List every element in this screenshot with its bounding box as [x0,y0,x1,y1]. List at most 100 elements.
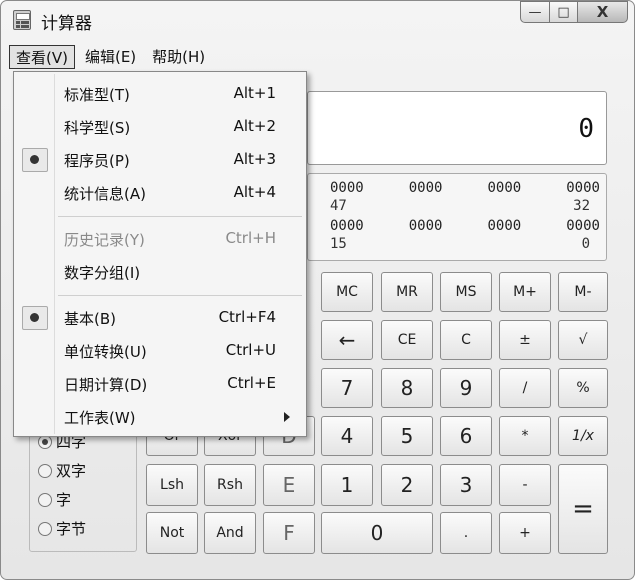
calculator-app-icon [13,10,31,30]
bit-group[interactable]: 0000 [488,218,522,234]
menu-item-label: 标准型(T) [64,86,130,104]
memory-recall-button[interactable]: MR [381,272,433,312]
radio-icon [38,463,52,478]
memory-store-button[interactable]: MS [440,272,492,312]
menu-item-label: 统计信息(A) [64,185,146,203]
and-button[interactable]: And [204,512,256,554]
menu-item-label: 历史记录(Y) [64,231,145,249]
menu-item-shortcut: Alt+1 [233,84,276,102]
view-menu-unit-conversion[interactable]: 单位转换(U) Ctrl+U [14,337,306,365]
radio-label: 字 [56,491,72,509]
bit-position-label: 15 [330,236,347,252]
add-button[interactable]: + [499,512,551,554]
close-icon: X [596,3,609,21]
percent-button[interactable]: % [558,368,608,408]
memory-clear-button[interactable]: MC [321,272,373,312]
menu-item-label: 数字分组(I) [64,264,141,282]
view-menu-worksheets[interactable]: 工作表(W) [14,403,306,431]
hex-f-button[interactable]: F [263,512,315,554]
menu-item-shortcut: Ctrl+H [225,229,276,247]
subtract-button[interactable]: - [499,464,551,506]
title-bar[interactable]: 计算器 — □ X [1,1,634,39]
word-size-dword[interactable]: 双字 [38,460,86,481]
bit-position-label: 0 [581,236,590,252]
bit-group[interactable]: 0000 [330,218,364,234]
menu-help[interactable]: 帮助(H) [146,45,211,69]
bit-position-label: 32 [573,198,590,214]
clear-entry-button[interactable]: CE [381,320,433,360]
digit-4-button[interactable]: 4 [321,416,373,456]
submenu-arrow-icon [284,412,290,422]
menu-item-label: 工作表(W) [64,409,136,427]
view-menu-dropdown: 标准型(T) Alt+1 科学型(S) Alt+2 程序员(P) Alt+3 统… [13,71,307,437]
bit-group[interactable]: 0000 [488,180,522,196]
memory-subtract-button[interactable]: M- [558,272,608,312]
menu-item-shortcut: Alt+3 [233,150,276,168]
not-button[interactable]: Not [146,512,198,554]
menu-item-label: 程序员(P) [64,152,130,170]
reciprocal-button[interactable]: 1/x [558,416,608,456]
view-menu-scientific[interactable]: 科学型(S) Alt+2 [14,113,306,141]
view-menu-programmer[interactable]: 程序员(P) Alt+3 [14,146,306,174]
window-title: 计算器 [41,14,92,34]
view-menu-digit-grouping[interactable]: 数字分组(I) [14,258,306,286]
menu-edit[interactable]: 编辑(E) [79,45,142,69]
memory-add-button[interactable]: M+ [499,272,551,312]
view-menu-standard[interactable]: 标准型(T) Alt+1 [14,80,306,108]
lsh-button[interactable]: Lsh [146,464,198,506]
minimize-button[interactable]: — [520,1,550,23]
digit-8-button[interactable]: 8 [381,368,433,408]
digit-9-button[interactable]: 9 [440,368,492,408]
bit-group[interactable]: 0000 [409,180,443,196]
digit-5-button[interactable]: 5 [381,416,433,456]
bit-position-label: 47 [330,198,347,214]
bit-group[interactable]: 0000 [409,218,443,234]
radio-label: 字节 [56,520,87,538]
digit-3-button[interactable]: 3 [440,464,492,506]
multiply-button[interactable]: * [499,416,551,456]
bit-group[interactable]: 0000 [566,218,600,234]
view-menu-statistics[interactable]: 统计信息(A) Alt+4 [14,179,306,207]
rsh-button[interactable]: Rsh [204,464,256,506]
decimal-button[interactable]: . [440,512,492,554]
equals-button[interactable]: = [558,464,608,554]
hex-e-button[interactable]: E [263,464,315,506]
divide-button[interactable]: / [499,368,551,408]
radio-bullet-icon [30,155,39,164]
menu-separator [58,295,302,296]
word-size-group: 四字 双字 字 字节 [29,426,137,552]
result-display: 0 [307,91,607,165]
maximize-button[interactable]: □ [550,1,578,23]
close-button[interactable]: X [578,1,628,23]
bit-group[interactable]: 0000 [566,180,600,196]
view-menu-date-calculation[interactable]: 日期计算(D) Ctrl+E [14,370,306,398]
digit-7-button[interactable]: 7 [321,368,373,408]
digit-1-button[interactable]: 1 [321,464,373,506]
menu-item-label: 科学型(S) [64,119,131,137]
bit-row-lower: 0000 0000 0000 0000 [330,218,600,234]
digit-6-button[interactable]: 6 [440,416,492,456]
word-size-byte[interactable]: 字节 [38,518,86,539]
radio-icon [38,492,52,507]
backspace-button[interactable]: ← [321,320,373,360]
menu-view[interactable]: 查看(V) [9,45,75,69]
sqrt-button[interactable]: √ [558,320,608,360]
menu-separator [58,216,302,217]
radio-icon [38,521,52,536]
bit-group[interactable]: 0000 [330,180,364,196]
word-size-word[interactable]: 字 [38,489,71,510]
digit-0-button[interactable]: 0 [321,512,433,554]
menu-item-label: 单位转换(U) [64,343,147,361]
display-value: 0 [578,114,594,144]
clear-button[interactable]: C [440,320,492,360]
bit-panel: 0000 0000 0000 0000 47 32 0000 0000 0000… [307,173,607,261]
menu-item-shortcut: Alt+4 [233,183,276,201]
negate-button[interactable]: ± [499,320,551,360]
radio-bullet-icon [30,313,39,322]
view-menu-basic[interactable]: 基本(B) Ctrl+F4 [14,304,306,332]
minimize-icon: — [528,4,542,20]
view-menu-history[interactable]: 历史记录(Y) Ctrl+H [14,225,306,253]
menu-item-label: 日期计算(D) [64,376,148,394]
digit-2-button[interactable]: 2 [381,464,433,506]
menu-bar: 查看(V) 编辑(E) 帮助(H) [9,45,211,69]
